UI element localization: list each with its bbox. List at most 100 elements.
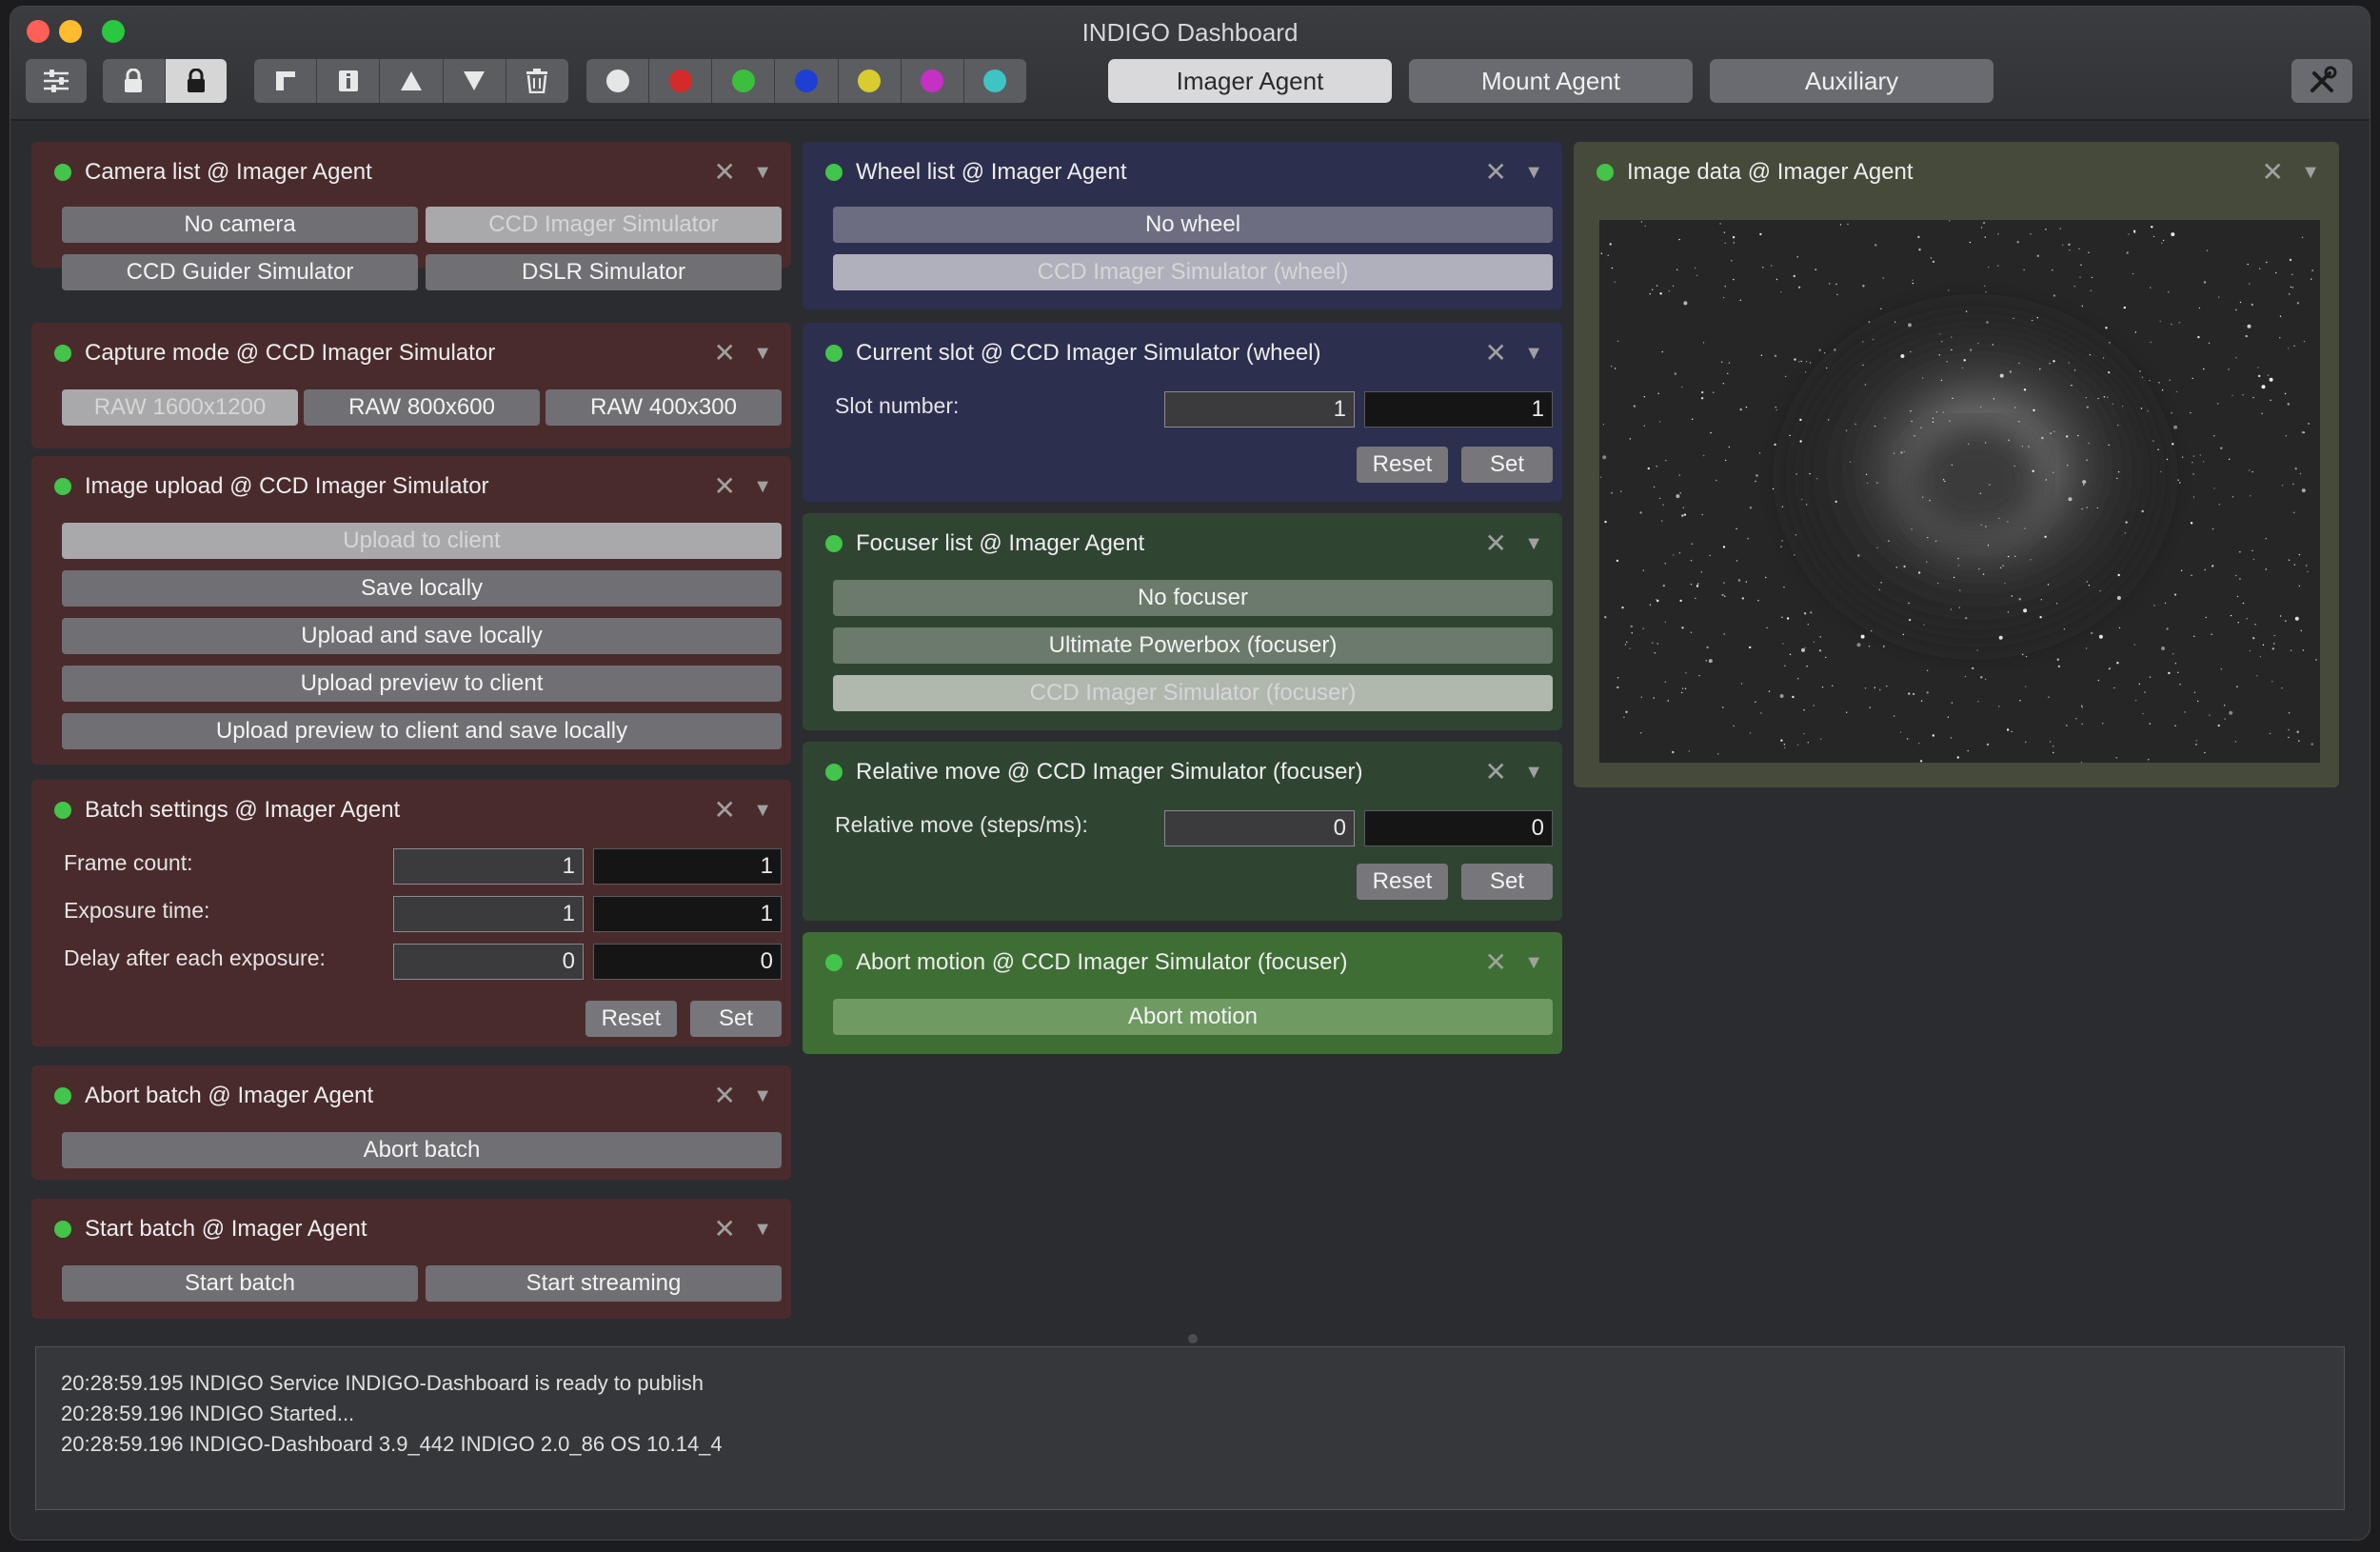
panel-title: Image data @ Imager Agent (1627, 159, 1914, 185)
window-split-icon[interactable] (254, 59, 318, 103)
tools-icon[interactable] (2291, 59, 2352, 103)
chevron-down-icon[interactable]: ▼ (1524, 336, 1543, 370)
color-filter-green[interactable] (712, 59, 776, 103)
abort-batch-button[interactable]: Abort batch (62, 1132, 782, 1168)
close-icon[interactable]: ✕ (1485, 755, 1507, 789)
log-line: 20:28:59.196 INDIGO Started... (61, 1402, 355, 1425)
exposure-time-input[interactable]: 1 (393, 896, 584, 932)
camera-dslr-simulator-button[interactable]: DSLR Simulator (426, 254, 782, 290)
focuser-none-button[interactable]: No focuser (833, 580, 1553, 616)
upload-to-client-button[interactable]: Upload to client (62, 523, 782, 559)
panel-title: Relative move @ CCD Imager Simulator (fo… (856, 759, 1363, 785)
panel-camera-list: Camera list @ Imager Agent ✕ ▼ No camera… (31, 142, 791, 290)
chevron-down-icon[interactable]: ▼ (753, 1212, 772, 1246)
close-icon[interactable]: ✕ (714, 1079, 736, 1113)
lock-open-icon[interactable] (103, 59, 166, 103)
save-locally-button[interactable]: Save locally (62, 570, 782, 607)
close-icon[interactable]: ✕ (714, 336, 736, 370)
camera-no-camera-button[interactable]: No camera (62, 207, 418, 243)
status-led (54, 1221, 71, 1238)
slot-number-input[interactable]: 1 (1164, 391, 1355, 428)
upload-and-save-button[interactable]: Upload and save locally (62, 618, 782, 654)
set-button[interactable]: Set (1461, 447, 1553, 483)
panel-current-slot: Current slot @ CCD Imager Simulator (whe… (803, 323, 1562, 502)
panel-start-batch: Start batch @ Imager Agent ✕ ▼ Start bat… (31, 1199, 791, 1319)
capture-mode-raw-800-button[interactable]: RAW 800x600 (304, 389, 540, 426)
info-icon[interactable] (317, 59, 381, 103)
color-filter-group (586, 59, 1026, 103)
panel-title: Start batch @ Imager Agent (85, 1216, 367, 1242)
tab-mount-agent[interactable]: Mount Agent (1409, 59, 1693, 103)
sliders-icon[interactable] (26, 59, 87, 103)
status-led (825, 345, 843, 362)
close-icon[interactable]: ✕ (2262, 155, 2284, 189)
chevron-down-icon[interactable]: ▼ (753, 155, 772, 189)
chevron-down-icon[interactable]: ▼ (753, 1079, 772, 1113)
chevron-down-icon[interactable]: ▼ (2301, 155, 2320, 189)
panel-image-data: Image data @ Imager Agent ✕ ▼ (1574, 142, 2339, 787)
camera-ccd-guider-simulator-button[interactable]: CCD Guider Simulator (62, 254, 418, 290)
lock-icon[interactable] (165, 59, 227, 103)
panel-batch-settings: Batch settings @ Imager Agent ✕ ▼ Frame … (31, 780, 791, 1046)
relative-move-input[interactable]: 0 (1164, 810, 1355, 846)
upload-preview-and-save-button[interactable]: Upload preview to client and save locall… (62, 713, 782, 749)
close-icon[interactable]: ✕ (1485, 527, 1507, 561)
reset-button[interactable]: Reset (1357, 864, 1448, 900)
color-filter-magenta[interactable] (902, 59, 964, 103)
frame-count-input[interactable]: 1 (393, 848, 584, 885)
slot-number-value: 1 (1364, 391, 1553, 428)
close-icon[interactable]: ✕ (1485, 155, 1507, 189)
focuser-ultimate-powerbox-button[interactable]: Ultimate Powerbox (focuser) (833, 627, 1553, 664)
close-icon[interactable]: ✕ (714, 793, 736, 827)
close-icon[interactable]: ✕ (1485, 945, 1507, 980)
upload-preview-button[interactable]: Upload preview to client (62, 666, 782, 702)
status-led (825, 535, 843, 552)
set-button[interactable]: Set (1461, 864, 1553, 900)
tab-imager-agent[interactable]: Imager Agent (1108, 59, 1392, 103)
reset-button[interactable]: Reset (1357, 447, 1448, 483)
close-icon[interactable]: ✕ (714, 155, 736, 189)
trash-icon[interactable] (506, 59, 568, 103)
panel-relative-move: Relative move @ CCD Imager Simulator (fo… (803, 742, 1562, 921)
color-filter-yellow[interactable] (839, 59, 902, 103)
chevron-down-icon[interactable]: ▼ (753, 336, 772, 370)
color-filter-white[interactable] (586, 59, 650, 103)
delay-input[interactable]: 0 (393, 944, 584, 980)
chevron-down-icon[interactable]: ▼ (753, 793, 772, 827)
reset-button[interactable]: Reset (585, 1001, 677, 1037)
color-filter-blue[interactable] (775, 59, 839, 103)
panel-title: Image upload @ CCD Imager Simulator (85, 473, 489, 499)
exposure-time-value: 1 (593, 896, 782, 932)
status-led (54, 478, 71, 495)
close-icon[interactable]: ✕ (714, 1212, 736, 1246)
chevron-down-icon[interactable]: ▼ (1524, 527, 1543, 561)
close-icon[interactable]: ✕ (714, 469, 736, 504)
tab-auxiliary[interactable]: Auxiliary (1710, 59, 1993, 103)
arrow-up-icon[interactable] (380, 59, 444, 103)
abort-motion-button[interactable]: Abort motion (833, 999, 1553, 1035)
arrow-down-icon[interactable] (444, 59, 506, 103)
capture-mode-raw-400-button[interactable]: RAW 400x300 (545, 389, 782, 426)
capture-mode-raw-1600-button[interactable]: RAW 1600x1200 (62, 389, 298, 426)
chevron-down-icon[interactable]: ▼ (1524, 755, 1543, 789)
toolbar-group-panels (254, 59, 568, 103)
chevron-down-icon[interactable]: ▼ (1524, 945, 1543, 980)
start-streaming-button[interactable]: Start streaming (426, 1265, 782, 1302)
panel-title: Capture mode @ CCD Imager Simulator (85, 340, 496, 366)
image-preview[interactable] (1599, 220, 2320, 763)
splitter-handle[interactable] (1188, 1334, 1198, 1343)
chevron-down-icon[interactable]: ▼ (753, 469, 772, 504)
wheel-ccd-imager-simulator-button[interactable]: CCD Imager Simulator (wheel) (833, 254, 1553, 290)
start-batch-button[interactable]: Start batch (62, 1265, 418, 1302)
camera-ccd-imager-simulator-button[interactable]: CCD Imager Simulator (426, 207, 782, 243)
close-icon[interactable]: ✕ (1485, 336, 1507, 370)
color-filter-red[interactable] (649, 59, 713, 103)
exposure-time-label: Exposure time: (64, 898, 210, 923)
focuser-ccd-imager-simulator-button[interactable]: CCD Imager Simulator (focuser) (833, 675, 1553, 711)
set-button[interactable]: Set (690, 1001, 782, 1037)
color-filter-cyan[interactable] (964, 59, 1026, 103)
chevron-down-icon[interactable]: ▼ (1524, 155, 1543, 189)
status-led (54, 1087, 71, 1104)
frame-count-label: Frame count: (64, 850, 193, 875)
wheel-none-button[interactable]: No wheel (833, 207, 1553, 243)
